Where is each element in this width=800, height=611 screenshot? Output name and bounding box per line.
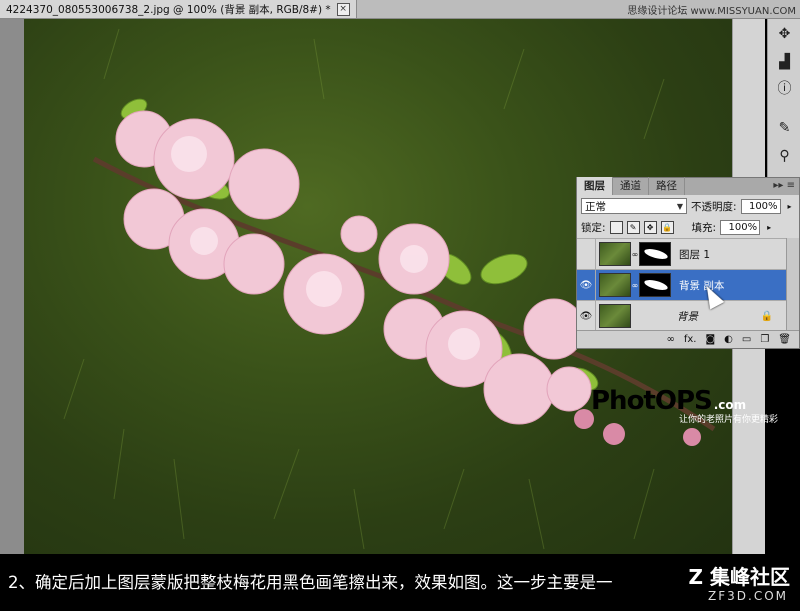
caption-url: ZF3D.COM bbox=[708, 589, 788, 603]
site-watermark: 思缘设计论坛 www.MISSYUAN.COM bbox=[627, 6, 796, 17]
histogram-icon[interactable]: ▟ bbox=[776, 53, 793, 70]
opacity-label: 不透明度: bbox=[691, 200, 737, 213]
lock-pixels-icon[interactable]: ✎ bbox=[626, 221, 640, 234]
link-layers-icon[interactable]: ∞ bbox=[666, 334, 674, 345]
lock-label: 锁定: bbox=[581, 222, 606, 234]
navigator-icon[interactable]: ✥ bbox=[776, 25, 793, 42]
eye-icon[interactable]: 👁 bbox=[577, 270, 596, 300]
caption-brand: Z 集峰社区 bbox=[688, 565, 790, 589]
adjustment-layer-icon[interactable]: ◐ bbox=[724, 334, 733, 345]
document-tab[interactable]: 4224370_080553006738_2.jpg @ 100% (背景 副本… bbox=[0, 0, 357, 18]
tab-paths[interactable]: 路径 bbox=[649, 177, 685, 195]
fill-label: 填充: bbox=[691, 222, 717, 234]
add-mask-icon[interactable]: ◙ bbox=[705, 334, 715, 345]
info-icon[interactable]: ⓘ bbox=[776, 79, 793, 97]
lock-position-icon[interactable]: ✥ bbox=[643, 221, 657, 234]
opacity-slider-arrow-icon[interactable]: ▸ bbox=[785, 199, 795, 214]
visibility-toggle[interactable] bbox=[577, 239, 596, 269]
blend-mode-select[interactable]: 正常 ▼ bbox=[581, 198, 687, 214]
panel-menu-icon[interactable]: ▸▸ ≡ bbox=[773, 180, 795, 191]
chevron-down-icon: ▼ bbox=[676, 201, 683, 211]
new-layer-icon[interactable]: ❐ bbox=[760, 334, 769, 345]
clone-source-icon[interactable]: ⚲ bbox=[776, 147, 793, 164]
layers-footer: ∞ fx. ◙ ◐ ▭ ❐ 🗑 bbox=[577, 330, 799, 348]
trash-icon[interactable]: 🗑 bbox=[778, 334, 791, 345]
tutorial-caption: 2、确定后加上图层蒙版把整枝梅花用黑色画笔擦出来，效果如图。这一步主要是一 Z … bbox=[0, 555, 800, 611]
fx-icon[interactable]: fx. bbox=[684, 334, 697, 345]
link-icon[interactable]: ∞ bbox=[631, 281, 639, 290]
tab-layers[interactable]: 图层 bbox=[577, 177, 613, 195]
layer-row-layer1[interactable]: ∞ 图层 1 bbox=[577, 239, 799, 270]
caption-text: 2、确定后加上图层蒙版把整枝梅花用黑色画笔擦出来，效果如图。这一步主要是一 bbox=[8, 573, 613, 592]
layer-thumbnail bbox=[599, 242, 631, 266]
new-group-icon[interactable]: ▭ bbox=[742, 334, 751, 345]
document-title: 4224370_080553006738_2.jpg @ 100% (背景 副本… bbox=[6, 3, 331, 16]
lock-transparent-icon[interactable] bbox=[609, 221, 623, 234]
logo-slogan: 让你的老照片有你更精彩 bbox=[679, 415, 779, 425]
layer-mask-thumbnail[interactable] bbox=[639, 242, 671, 266]
layer-name: 背景 bbox=[677, 310, 698, 323]
layer-mask-thumbnail[interactable] bbox=[639, 273, 671, 297]
eye-icon[interactable]: 👁 bbox=[577, 301, 596, 331]
layers-panel: 图层 通道 路径 ▸▸ ≡ 正常 ▼ 不透明度: 100% ▸ 锁定: ✎ ✥ … bbox=[576, 177, 800, 349]
blend-mode-value: 正常 bbox=[585, 200, 606, 213]
layer-row-background-copy[interactable]: 👁 ∞ 背景 副本 bbox=[577, 270, 799, 301]
opacity-field[interactable]: 100% bbox=[740, 198, 781, 214]
fill-field[interactable]: 100% bbox=[720, 220, 761, 235]
fill-slider-arrow-icon[interactable]: ▸ bbox=[764, 220, 774, 235]
document-tab-bar: 4224370_080553006738_2.jpg @ 100% (背景 副本… bbox=[0, 0, 800, 19]
link-icon[interactable]: ∞ bbox=[631, 250, 639, 259]
tab-channels[interactable]: 通道 bbox=[613, 177, 649, 195]
panel-icon-strip: ✥ ▟ ⓘ ✎ ⚲ bbox=[767, 19, 800, 179]
brush-icon[interactable]: ✎ bbox=[776, 119, 793, 136]
logo-suffix: .com bbox=[713, 398, 747, 412]
close-icon[interactable]: × bbox=[336, 2, 350, 16]
layer-name: 图层 1 bbox=[679, 248, 711, 261]
layer-row-background[interactable]: 👁 背景 🔒 bbox=[577, 301, 799, 332]
layer-thumbnail bbox=[599, 304, 631, 328]
layers-scrollbar[interactable] bbox=[786, 238, 799, 330]
layers-panel-tabs: 图层 通道 路径 ▸▸ ≡ bbox=[577, 177, 799, 195]
lock-all-icon[interactable]: 🔒 bbox=[660, 221, 674, 234]
lock-icon: 🔒 bbox=[760, 310, 773, 322]
photops-logo: PhotOPS .com 让你的老照片有你更精彩 bbox=[591, 386, 778, 425]
layer-thumbnail bbox=[599, 273, 631, 297]
